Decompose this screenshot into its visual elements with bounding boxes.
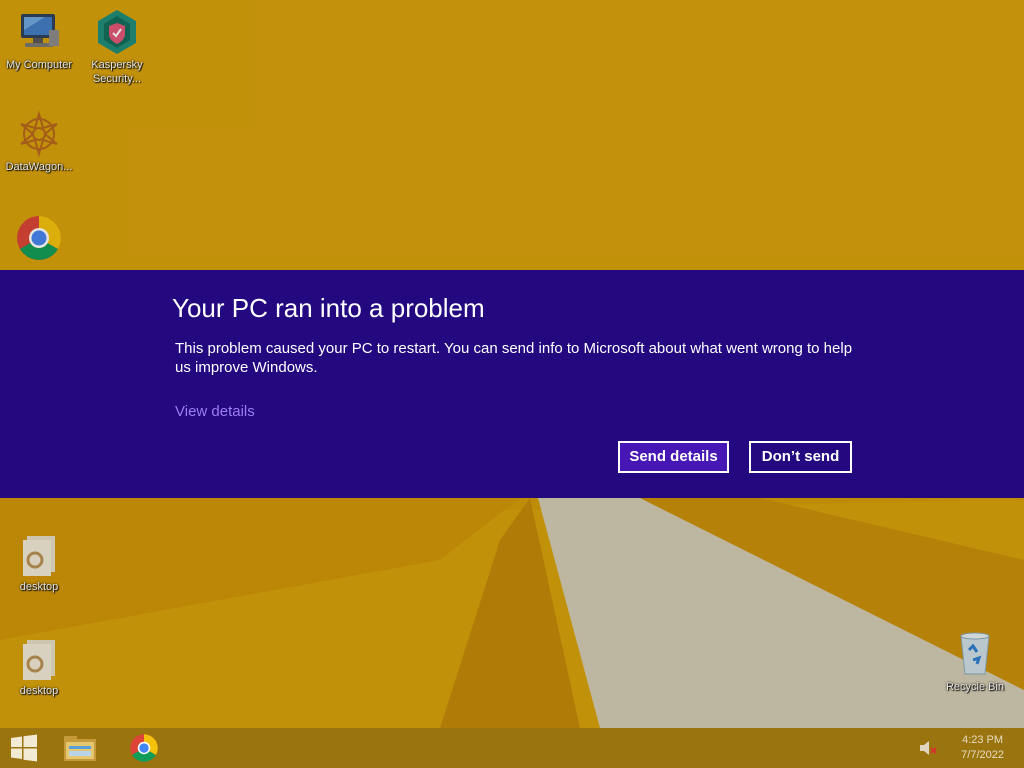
kaspersky-shortcut[interactable]: Kaspersky Security... bbox=[79, 8, 155, 86]
view-details-link[interactable]: View details bbox=[175, 403, 255, 420]
windows-start-icon bbox=[11, 734, 37, 762]
dialog-message: This problem caused your PC to restart. … bbox=[175, 340, 853, 376]
clock-time: 4:23 PM bbox=[962, 734, 1004, 746]
volume-muted-icon bbox=[920, 741, 937, 755]
recycle-bin-icon bbox=[951, 630, 999, 678]
file-explorer-icon bbox=[64, 736, 96, 761]
chrome-icon bbox=[15, 214, 63, 262]
icon-label: DataWagon... bbox=[5, 161, 73, 173]
chrome-taskbar-button[interactable] bbox=[120, 728, 168, 768]
desktop-folder-shortcut[interactable]: desktop bbox=[1, 634, 77, 698]
clock-date: 7/7/2022 bbox=[961, 749, 1004, 761]
computer-icon bbox=[15, 8, 63, 56]
dialog-title: Your PC ran into a problem bbox=[172, 293, 485, 323]
folder-icon bbox=[15, 530, 63, 578]
datawagon-shortcut[interactable]: DataWagon... bbox=[1, 110, 77, 174]
desktop-folder-shortcut[interactable]: desktop bbox=[1, 530, 77, 594]
recycle-bin-shortcut[interactable]: Recycle Bin bbox=[937, 630, 1013, 694]
taskbar: 4:23 PM 7/7/2022 bbox=[0, 728, 1024, 768]
my-computer-shortcut[interactable]: My Computer bbox=[1, 8, 77, 72]
problem-dialog bbox=[0, 270, 1024, 498]
folder-icon bbox=[15, 634, 63, 682]
file-explorer-button[interactable] bbox=[56, 728, 104, 768]
icon-label: Kaspersky Security... bbox=[91, 59, 143, 85]
icon-label: Recycle Bin bbox=[945, 681, 1005, 693]
icon-label: My Computer bbox=[5, 59, 73, 71]
chrome-icon bbox=[130, 734, 158, 762]
dont-send-button[interactable]: Don’t send bbox=[749, 441, 852, 473]
datawagon-icon bbox=[15, 110, 63, 158]
start-button[interactable] bbox=[0, 728, 48, 768]
icon-label: desktop bbox=[19, 685, 59, 697]
icon-label: desktop bbox=[19, 581, 59, 593]
volume-button[interactable] bbox=[906, 728, 950, 768]
kaspersky-shield-icon bbox=[93, 8, 141, 56]
clock[interactable]: 4:23 PM 7/7/2022 bbox=[961, 733, 1004, 763]
send-details-button[interactable]: Send details bbox=[618, 441, 729, 473]
chrome-shortcut[interactable] bbox=[1, 214, 77, 264]
